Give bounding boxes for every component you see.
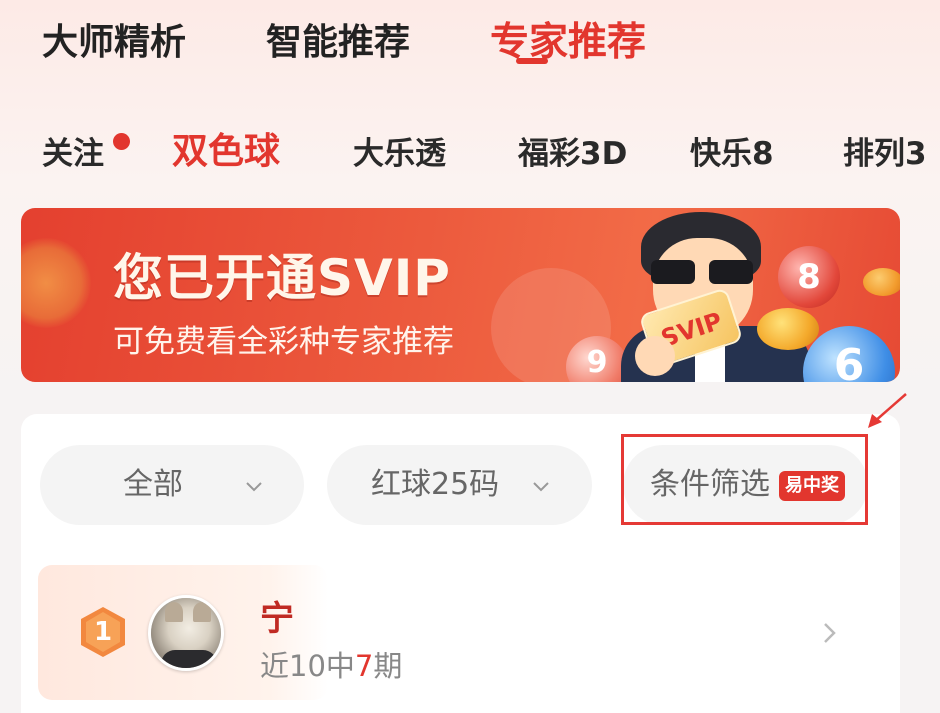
cat-shirt <box>161 650 217 668</box>
mode-dropdown[interactable]: 红球25码 <box>327 445 592 525</box>
cat-ear <box>193 602 211 622</box>
chevron-down-icon <box>246 482 262 492</box>
notification-dot <box>113 133 130 150</box>
condition-filter-button[interactable]: 条件筛选 易中奖 <box>623 445 868 525</box>
expert-list-item[interactable]: 1 宁 近10中7期 <box>38 565 900 700</box>
rank-badge: 1 <box>78 605 128 659</box>
banner-title: 您已开通SVIP <box>113 249 451 307</box>
easy-win-badge: 易中奖 <box>779 471 845 501</box>
active-tab-indicator <box>516 58 548 64</box>
annotation-arrow-icon <box>868 393 907 428</box>
expert-name: 宁 <box>260 599 294 639</box>
tab-arrange-3[interactable]: 排列3 <box>843 132 927 176</box>
tab-super-lotto[interactable]: 大乐透 <box>353 132 446 176</box>
expert-hit-record: 近10中7期 <box>260 643 402 685</box>
hit-record-prefix: 近10中 <box>260 649 355 683</box>
tab-follow[interactable]: 关注 <box>42 132 104 176</box>
hit-count: 7 <box>354 649 374 683</box>
lottery-ball-8: 8 <box>778 246 840 308</box>
tab-master-analysis[interactable]: 大师精析 <box>42 18 186 68</box>
svip-banner[interactable]: 您已开通SVIP 可免费看全彩种专家推荐 9 SVIP 8 6 <box>21 208 900 382</box>
tab-double-color-ball[interactable]: 双色球 <box>172 130 280 174</box>
category-dropdown[interactable]: 全部 <box>40 445 304 525</box>
mascot-illustration: SVIP <box>621 208 811 382</box>
mascot-hand <box>635 336 675 376</box>
gold-coin-icon <box>863 268 900 296</box>
cat-ear <box>165 602 183 622</box>
banner-subtitle: 可免费看全彩种专家推荐 <box>113 324 454 360</box>
hit-record-suffix: 期 <box>373 649 403 683</box>
gold-coin-icon <box>757 308 819 350</box>
mode-dropdown-label: 红球25码 <box>371 467 500 502</box>
rank-number: 1 <box>93 617 113 647</box>
tab-happy-8[interactable]: 快乐8 <box>690 132 774 176</box>
category-dropdown-label: 全部 <box>123 467 183 502</box>
tab-expert-recommend[interactable]: 专家推荐 <box>490 18 646 68</box>
tab-welfare-3d[interactable]: 福彩3D <box>518 132 627 176</box>
condition-filter-label: 条件筛选 <box>650 467 770 502</box>
coin-decoration <box>21 238 91 328</box>
chevron-right-icon <box>824 623 836 643</box>
sunglasses-icon <box>651 260 755 284</box>
tab-smart-recommend[interactable]: 智能推荐 <box>266 18 410 68</box>
lottery-tab-bar: 关注 双色球 大乐透 福彩3D 快乐8 排列3 <box>0 130 940 182</box>
avatar[interactable] <box>148 595 224 671</box>
chevron-down-icon <box>533 482 549 492</box>
